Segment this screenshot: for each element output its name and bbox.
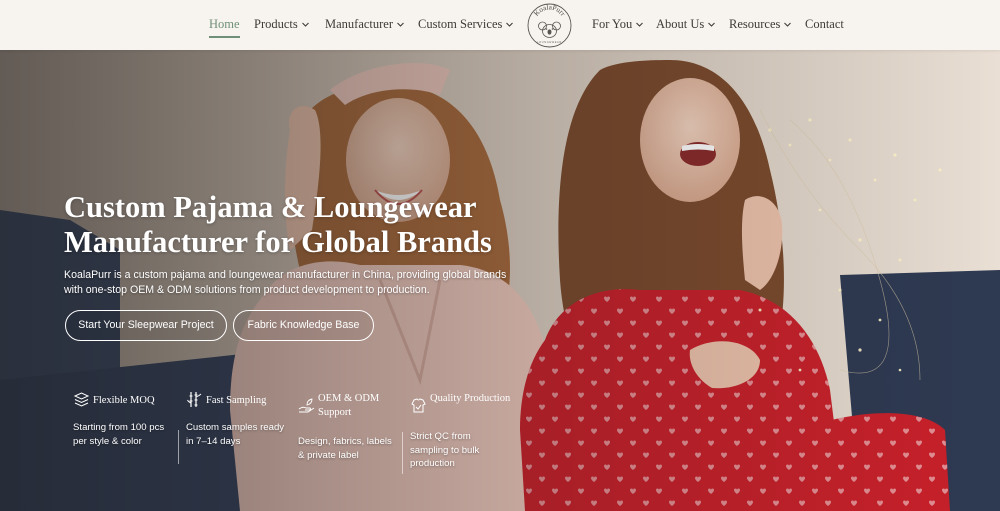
site-header: Home Products Manufacturer Custom Servic… xyxy=(0,0,1000,50)
hand-leaf-icon xyxy=(298,397,315,414)
nav-about-us[interactable]: About Us xyxy=(656,0,716,50)
hero-section: Custom Pajama & Loungewear Manufacturer … xyxy=(0,50,1000,511)
quality-shirt-icon xyxy=(410,397,427,414)
start-sleepwear-project-button[interactable]: Start Your Sleepwear Project xyxy=(65,310,227,341)
hero-headline-line-1: Custom Pajama & Loungewear xyxy=(64,190,477,224)
logo-text: KoalaPurr xyxy=(532,3,567,18)
chevron-down-icon xyxy=(707,20,716,29)
feature-title: OEM & ODM Support xyxy=(318,393,380,418)
feature-description: Design, fabrics, labels & private label xyxy=(298,436,392,461)
feature-title: Flexible MOQ xyxy=(93,395,155,406)
koalapurr-logo[interactable]: KoalaPurr LOUNGEWEAR xyxy=(526,2,573,49)
nav-about-us-label: About Us xyxy=(656,17,705,31)
chevron-down-icon xyxy=(783,20,792,29)
feature-title: Fast Sampling xyxy=(206,395,267,406)
nav-manufacturer-label: Manufacturer xyxy=(325,17,394,31)
chevron-down-icon xyxy=(301,20,310,29)
nav-custom-services[interactable]: Custom Services xyxy=(418,0,514,50)
nav-products-label: Products xyxy=(254,17,298,31)
nav-home-label: Home xyxy=(209,17,240,31)
nav-custom-services-label: Custom Services xyxy=(418,17,503,31)
hero-headline-line-2: Manufacturer for Global Brands xyxy=(64,225,492,259)
feature-title: Quality Production xyxy=(430,393,511,404)
feature-description: Custom samples ready in 7–14 days xyxy=(186,422,285,447)
nav-contact-label: Contact xyxy=(805,17,844,31)
koala-logo-icon: KoalaPurr LOUNGEWEAR xyxy=(527,3,572,48)
hero-description: KoalaPurr is a custom pajama and loungew… xyxy=(64,269,507,296)
chevron-down-icon xyxy=(505,20,514,29)
nav-manufacturer[interactable]: Manufacturer xyxy=(325,0,405,50)
nav-home[interactable]: Home xyxy=(209,0,240,50)
chevron-down-icon xyxy=(635,20,644,29)
feature-description: Starting from 100 pcs per style & color xyxy=(73,422,165,447)
feature-description: Strict QC from sampling to bulk producti… xyxy=(410,431,480,469)
hero-headline: Custom Pajama & Loungewear Manufacturer … xyxy=(64,190,584,260)
feature-divider xyxy=(178,430,179,464)
nav-contact[interactable]: Contact xyxy=(805,0,844,50)
nav-for-you[interactable]: For You xyxy=(592,0,644,50)
logo-subtext: LOUNGEWEAR xyxy=(537,40,562,44)
nav-resources-label: Resources xyxy=(729,17,781,31)
bamboo-icon xyxy=(186,391,203,408)
nav-resources[interactable]: Resources xyxy=(729,0,792,50)
feature-divider xyxy=(402,432,403,474)
layers-icon xyxy=(73,391,90,408)
fabric-knowledge-base-button[interactable]: Fabric Knowledge Base xyxy=(233,310,374,341)
chevron-down-icon xyxy=(396,20,405,29)
svg-text:KoalaPurr: KoalaPurr xyxy=(532,3,567,18)
nav-for-you-label: For You xyxy=(592,17,633,31)
nav-products[interactable]: Products xyxy=(254,0,310,50)
